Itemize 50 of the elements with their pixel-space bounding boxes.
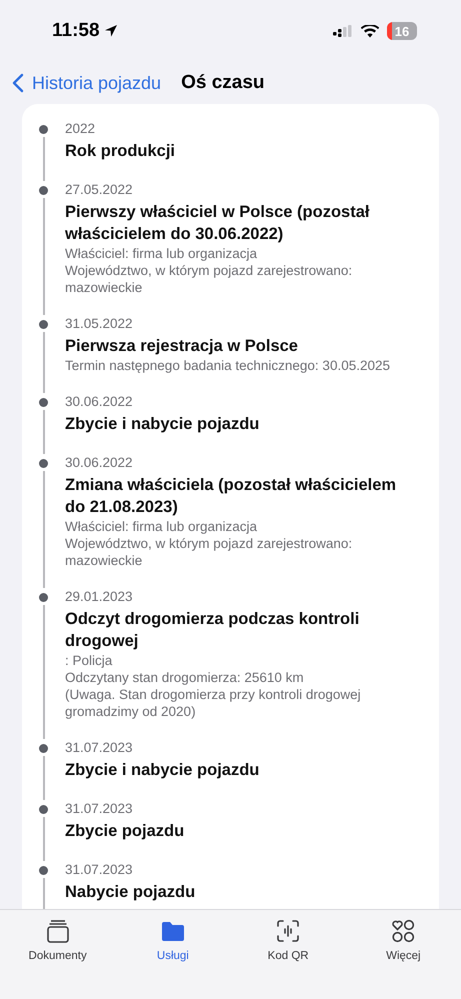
event-title: Pierwsza rejestracja w Polsce <box>65 336 299 357</box>
event-title: Zbycie pojazdu <box>65 821 186 842</box>
event-date: 31.07.2023 <box>65 739 134 757</box>
shapes-grid-icon <box>390 918 416 944</box>
signal-icon <box>333 24 353 38</box>
event-date: 30.06.2022 <box>65 393 134 411</box>
timeline-dot <box>39 593 48 602</box>
chevron-left-icon <box>12 73 24 93</box>
event-title: Zbycie i nabycie pojazdu <box>65 414 260 435</box>
tab-bar-item[interactable]: Więcej <box>346 918 461 962</box>
event-detail: Termin następnego badania technicznego: 30.05.2025 <box>65 357 391 374</box>
event-detail: Województwo, w którym pojazd zarejestrowano: mazowieckie <box>65 535 354 569</box>
tab-bar-item[interactable]: Usługi <box>115 918 230 962</box>
timeline-dot <box>39 744 48 753</box>
event-detail: : Policja <box>65 652 114 669</box>
timeline-dot <box>39 125 48 134</box>
event-title: Odczyt drogomierza podczas kontroli drogowej <box>65 609 360 652</box>
event-title: Nabycie pojazdu <box>65 882 196 903</box>
event-title: Rok produkcji <box>65 141 176 162</box>
event-detail: Województwo, w którym pojazd zarejestrowano: mazowieckie <box>65 262 354 296</box>
back-button[interactable]: Historia pojazdu <box>12 72 162 94</box>
timeline-dot <box>39 320 48 329</box>
event-detail: Odczytany stan drogomierza: 25610 km <box>65 669 305 686</box>
event-date: 31.07.2023 <box>65 861 134 879</box>
tab-bar-item[interactable]: Kod QR <box>230 918 346 962</box>
event-date: 31.07.2023 <box>65 800 134 818</box>
event-detail: Właściciel: firma lub organizacja <box>65 518 258 535</box>
status-time: 11:58 <box>52 20 100 42</box>
timeline-dot <box>39 805 48 814</box>
timeline-dot <box>39 866 48 875</box>
event-detail: Właściciel: firma lub organizacja <box>65 245 258 262</box>
timeline-dot <box>39 186 48 195</box>
timeline-dot <box>39 398 48 407</box>
location-arrow-icon <box>104 24 118 38</box>
event-title: Zbycie i nabycie pojazdu <box>65 760 260 781</box>
event-detail: (Uwaga. Stan drogomierza przy kontroli drogowej gromadzimy od 2020) <box>65 686 362 720</box>
stacked-cards-icon <box>44 918 71 944</box>
event-title: Zmiana właściciela (pozostał właścicielem do 21.08.2023) <box>65 475 398 518</box>
timeline-dot <box>39 459 48 468</box>
event-date: 30.06.2022 <box>65 454 134 472</box>
event-date: 29.01.2023 <box>65 588 134 606</box>
event-title: Pierwszy właściciel w Polsce (pozostał właścicielem do 30.06.2022) <box>65 202 370 245</box>
wifi-icon <box>361 24 379 38</box>
scan-icon <box>275 918 302 944</box>
tab-bar-item[interactable]: Dokumenty <box>0 918 116 962</box>
event-date: 2022 <box>65 120 96 138</box>
battery-indicator: 16 <box>387 22 417 40</box>
event-date: 27.05.2022 <box>65 181 134 199</box>
event-date: 31.05.2022 <box>65 315 134 333</box>
page-title: Oś czasu <box>181 72 265 94</box>
